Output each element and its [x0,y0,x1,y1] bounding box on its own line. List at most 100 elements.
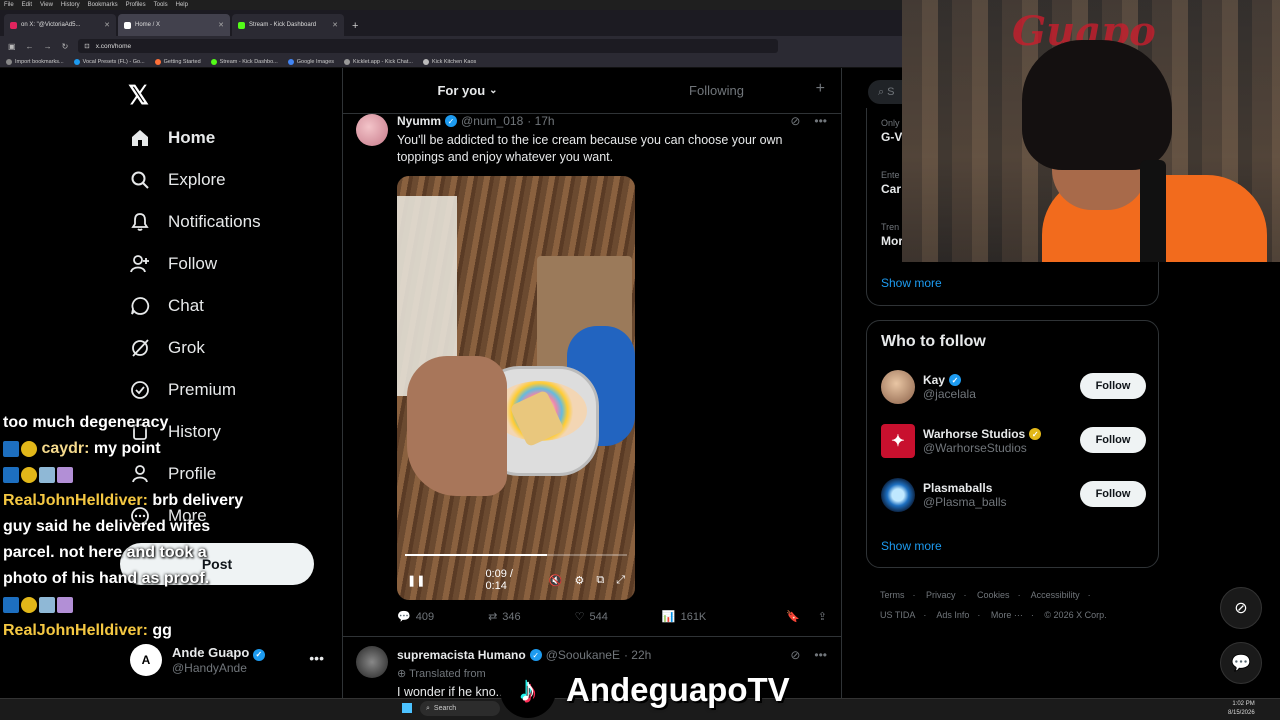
grok-float-button[interactable]: ⊘ [1220,587,1262,629]
like-button[interactable]: ♡ 544 [575,610,608,624]
menu-bookmarks[interactable]: Bookmarks [88,2,118,8]
nav-follow[interactable]: Follow [130,244,217,284]
avatar[interactable] [356,646,388,678]
trend-item[interactable]: Ente Car [881,170,901,196]
forward-icon[interactable]: → [44,42,52,51]
menu-profiles[interactable]: Profiles [126,2,146,8]
tweet-actions-right: 🔖 ⇪ [786,610,827,623]
tweet-author-name[interactable]: Nyumm [397,114,441,128]
site-info-icon[interactable]: ⊡ [84,42,89,50]
more-options-icon[interactable]: ••• [814,114,827,128]
menu-edit[interactable]: Edit [22,2,32,8]
avatar[interactable] [881,370,915,404]
footer-link[interactable]: Terms [880,590,905,600]
back-icon[interactable]: ← [26,42,34,51]
follow-suggestion[interactable]: Kay ✓ @jacelala Follow [881,367,1146,407]
views-button[interactable]: 📊 161K [662,610,706,624]
nav-chat[interactable]: Chat [130,286,204,326]
menu-history[interactable]: History [61,2,80,8]
windows-start-icon[interactable] [402,703,412,713]
footer-link[interactable]: More ··· [991,610,1023,620]
tab-close-icon[interactable]: ✕ [104,21,110,29]
bookmark-item[interactable]: Kicklet.app - Kick Chat... [344,58,413,65]
menu-file[interactable]: File [4,2,14,8]
system-clock[interactable]: 1:02 PM 8/15/2026 [1228,700,1255,718]
video-progress-bar[interactable] [405,554,627,556]
footer-link[interactable]: Ads Info [936,610,969,620]
messages-float-button[interactable]: 💬 [1220,642,1262,684]
trend-item[interactable]: Only G-V [881,118,902,144]
bookmark-item[interactable]: Kick Kitchen Kaos [422,58,476,65]
picture-in-picture-icon[interactable]: ⧉ [596,574,604,587]
more-options-icon[interactable]: ••• [309,650,324,666]
bookmark-item[interactable]: Import bookmarks... [6,58,64,65]
tab-for-you[interactable]: For you ⌄ [343,68,592,113]
repost-button[interactable]: ⇄ 346 [488,610,521,624]
sidebar-toggle-icon[interactable]: ▣ [8,42,16,51]
nav-grok[interactable]: Grok [130,328,205,368]
avatar[interactable] [356,114,388,146]
bookmark-icon[interactable]: 🔖 [786,610,800,623]
reload-icon[interactable]: ↻ [62,42,69,51]
bookmark-item[interactable]: Stream - Kick Dashbo... [210,58,278,65]
follow-button[interactable]: Follow [1080,481,1146,507]
menu-tools[interactable]: Tools [154,2,168,8]
more-options-icon[interactable]: ••• [814,648,827,662]
tweet-author-name[interactable]: supremacista Humano [397,648,526,662]
share-icon[interactable]: ⇪ [818,610,827,623]
new-tab-button[interactable]: + [352,20,358,32]
footer-link[interactable]: Accessibility [1031,590,1080,600]
show-more-link[interactable]: Show more [881,539,942,553]
mute-icon[interactable]: 🔇 [549,574,563,587]
tweet-tools: ⊘ ••• [790,114,827,128]
follow-suggestion[interactable]: Plasmaballs @Plasma_balls Follow [881,475,1146,515]
bookmark-item[interactable]: Getting Started [154,58,201,65]
footer-link[interactable]: US TIDA [880,610,915,620]
show-more-link[interactable]: Show more [881,276,942,290]
tab-label: Stream - Kick Dashboard [249,22,317,28]
taskbar-search[interactable]: ⌕ Search [420,701,500,716]
stream-chat-overlay: too much degeneracy caydr: my point Real… [0,410,250,720]
warhorse-logo-icon[interactable]: ✦ [881,424,915,458]
pause-icon[interactable]: ❚❚ [407,574,425,587]
bookmark-item[interactable]: Vocal Presets (FL) - Go... [73,58,145,65]
add-tab-icon[interactable]: + [816,80,825,98]
footer-link[interactable]: Privacy [926,590,956,600]
tweet-author-handle[interactable]: @SooukaneE [546,648,620,662]
grok-icon[interactable]: ⊘ [790,648,800,662]
nav-notifications[interactable]: Notifications [130,202,261,242]
footer-link[interactable]: Cookies [977,590,1010,600]
nav-premium[interactable]: Premium [130,370,236,410]
search-input[interactable]: ⌕ S [868,80,904,104]
reply-button[interactable]: 💬 409 [397,610,434,624]
trend-item[interactable]: Tren Mor [881,222,903,248]
settings-icon[interactable]: ⚙ [574,574,584,587]
tweet-video[interactable]: ❚❚ 0:09 / 0:14 🔇 ⚙ ⧉ ⤢ [397,176,635,600]
tab-close-icon[interactable]: ✕ [332,21,338,29]
menu-view[interactable]: View [40,2,53,8]
follow-button[interactable]: Follow [1080,427,1146,453]
home-icon [130,128,150,148]
tab-close-icon[interactable]: ✕ [218,21,224,29]
browser-tab-active[interactable]: Home / X ✕ [118,14,230,36]
grok-icon[interactable]: ⊘ [790,114,800,128]
follow-suggestion[interactable]: ✦ Warhorse Studios ✓ @WarhorseStudios Fol… [881,421,1146,461]
bookmark-item[interactable]: Google Images [287,58,334,65]
url-bar[interactable]: ⊡ x.com/home [78,39,779,53]
browser-tab[interactable]: on X: "@VictoriaAd5... ✕ [4,14,116,36]
avatar[interactable] [881,478,915,512]
chat-icon [130,296,150,316]
tweet-author-handle[interactable]: @num_018 [461,114,523,128]
menu-help[interactable]: Help [176,2,188,8]
x-logo-icon[interactable]: 𝕏 [128,80,149,111]
follow-button[interactable]: Follow [1080,373,1146,399]
nav-explore[interactable]: Explore [130,160,226,200]
tweet-time[interactable]: · 17h [527,114,554,128]
verified-gold-badge-icon: ✓ [1029,428,1042,440]
tweet-time[interactable]: · 22h [624,648,651,662]
fullscreen-icon[interactable]: ⤢ [616,574,625,587]
browser-tab[interactable]: Stream - Kick Dashboard ✕ [232,14,344,36]
tab-following[interactable]: Following [592,68,841,113]
nav-home[interactable]: Home [130,118,215,158]
tweet[interactable]: Nyumm ✓ @num_018 · 17h ⊘ ••• You'll be a… [343,114,841,674]
